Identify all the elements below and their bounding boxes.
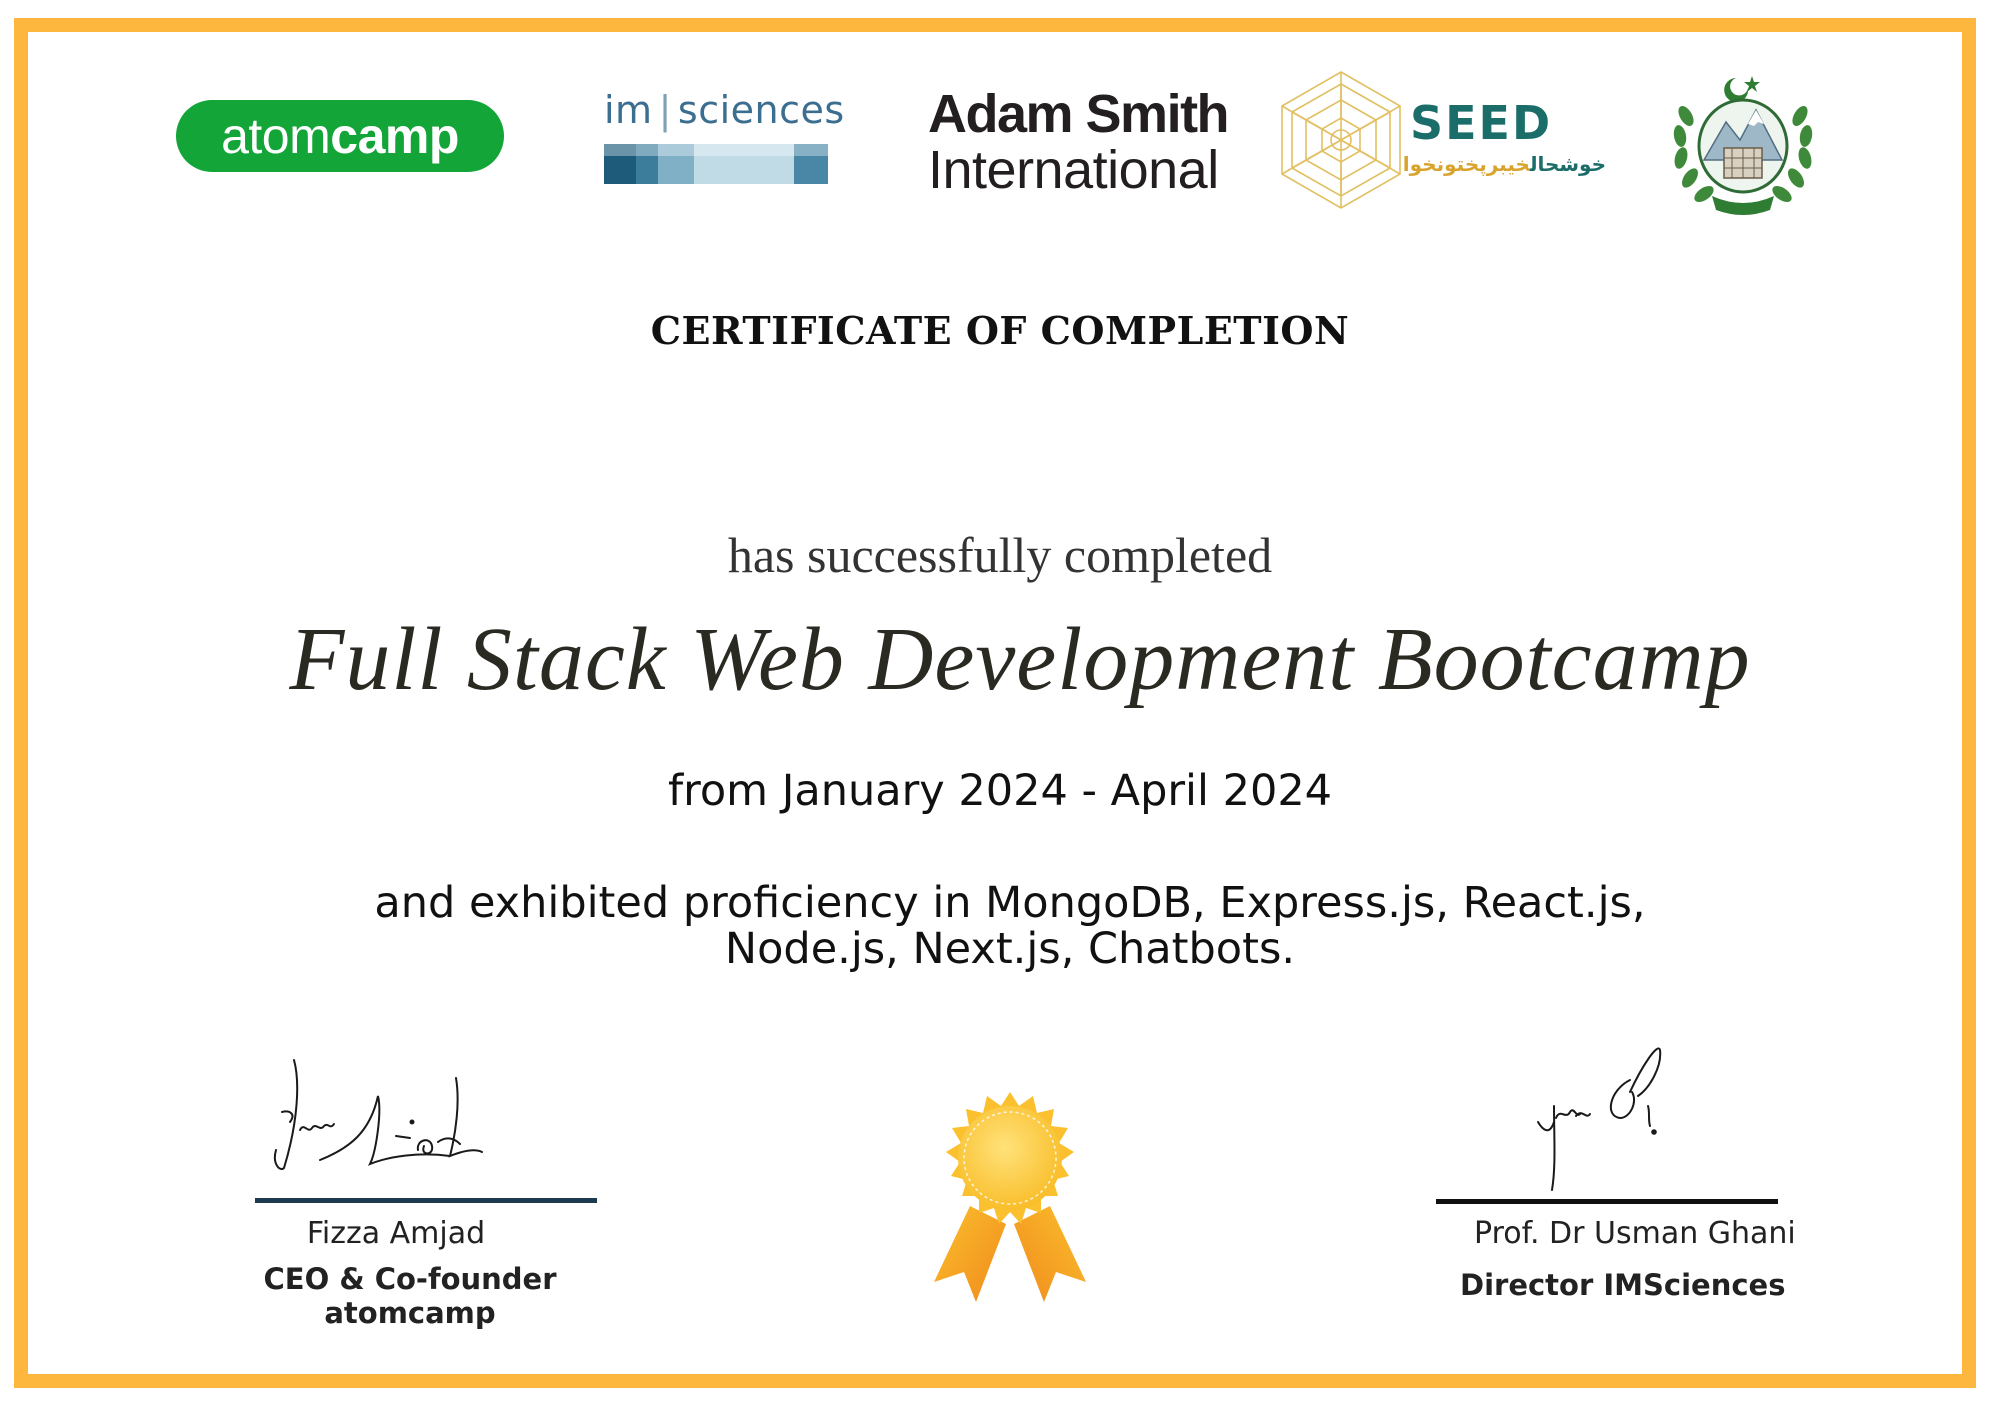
signatory-left-title-line2: atomcamp [324, 1296, 496, 1330]
skills-line-1: and exhibited proficiency in MongoDB, Ex… [374, 878, 1646, 928]
imsciences-logo-bars [604, 144, 828, 184]
skills-line-2: Node.js, Next.js, Chatbots. [724, 924, 1296, 974]
signature-line-left [255, 1198, 597, 1203]
adam-smith-logo-line2: International [928, 140, 1219, 200]
signatory-left-name: Fizza Amjad [306, 1216, 486, 1251]
adam-smith-logo-line1: Adam Smith [928, 84, 1230, 144]
imsciences-logo-text: im | sciences [604, 88, 845, 132]
certificate-title: CERTIFICATE OF COMPLETION [650, 308, 1350, 353]
award-ribbon-icon [934, 1092, 1086, 1302]
signature-usman-ghani [1537, 1047, 1662, 1191]
seed-logo-urdu: خوشحالخیبرپختونخوا [1403, 152, 1606, 176]
seed-urdu-dark: خوشحال [1529, 152, 1606, 176]
signatory-right-name: Prof. Dr Usman Ghani [1474, 1216, 1796, 1251]
seed-geometric-pattern-icon [1281, 71, 1401, 209]
skills-text: and exhibited proficiency in MongoDB, Ex… [360, 880, 1660, 972]
signatory-left-title-line1: CEO & Co-founder [263, 1262, 557, 1296]
kp-government-emblem-icon [1673, 76, 1813, 215]
course-period: from January 2024 - April 2024 [667, 766, 1333, 816]
imsciences-logo-left: im [604, 88, 653, 132]
imsciences-logo-right: sciences [677, 88, 845, 132]
completed-text: has successfully completed [727, 527, 1273, 583]
signature-line-right [1436, 1199, 1778, 1204]
signature-fizza-amjad [274, 1059, 483, 1170]
seed-logo-title: SEED [1410, 96, 1553, 150]
course-title: Full Stack Web Development Bootcamp [289, 610, 1751, 709]
signatory-right-title: Director IMSciences [1460, 1268, 1786, 1302]
atomcamp-logo-bold: camp [330, 108, 459, 164]
atomcamp-logo-regular: atom [221, 108, 331, 164]
signatory-left-title: CEO & Co-founder atomcamp [240, 1262, 580, 1330]
seed-urdu-gold: خیبرپختونخوا [1402, 152, 1530, 176]
atomcamp-logo: atom camp [176, 100, 504, 172]
